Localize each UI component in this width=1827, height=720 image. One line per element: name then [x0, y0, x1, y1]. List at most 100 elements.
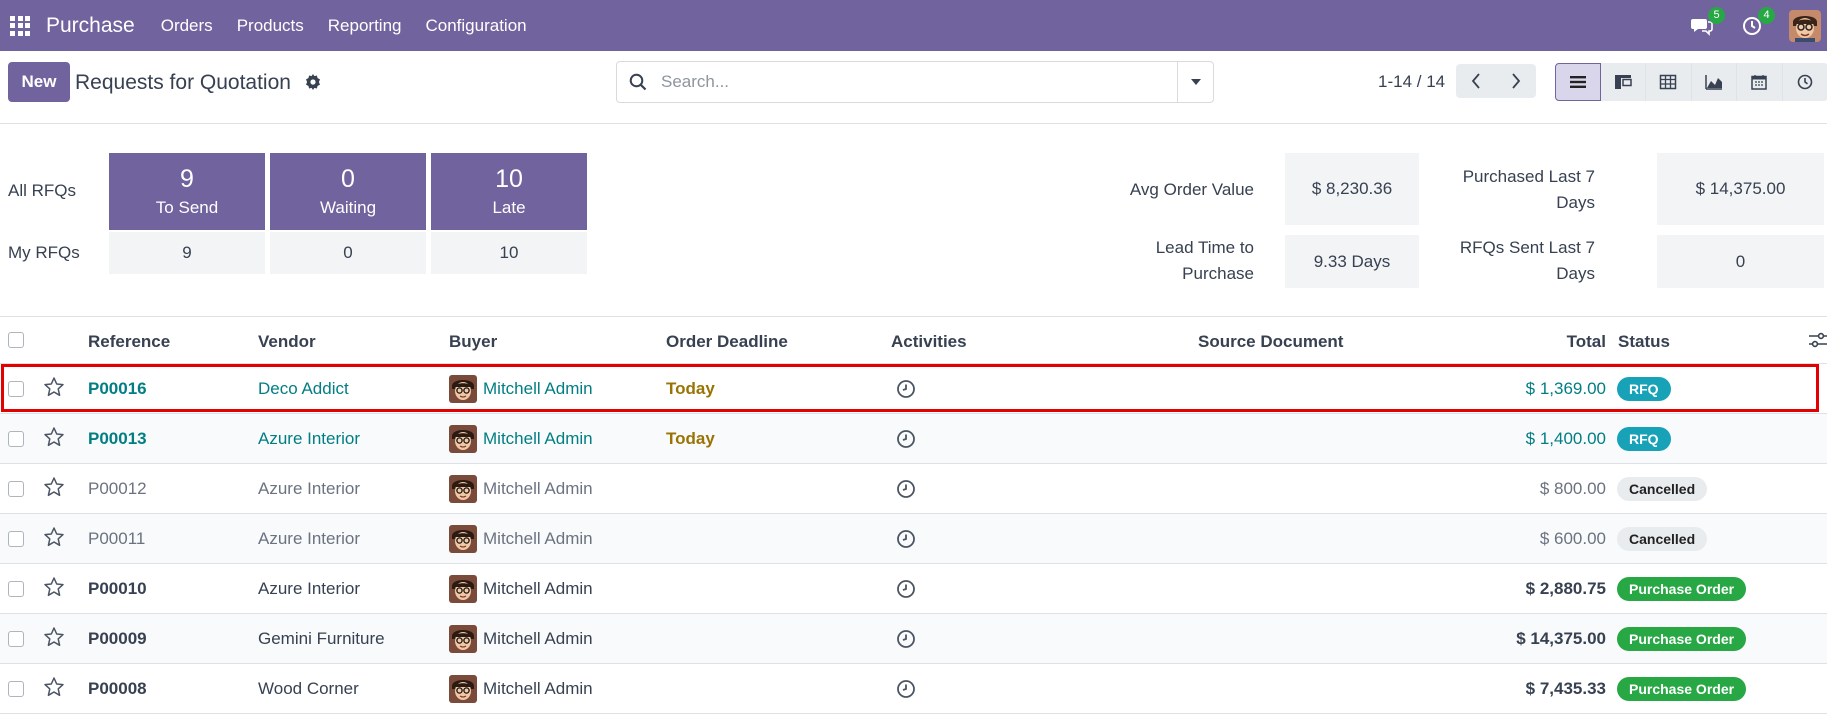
page-title: Requests for Quotation	[75, 71, 291, 94]
table-row[interactable]: P00016 Deco Addict Mitchell Admin Today …	[0, 364, 1827, 414]
kanban-view-button[interactable]	[1600, 63, 1646, 101]
star-icon[interactable]	[43, 626, 65, 653]
row-buyer[interactable]: Mitchell Admin	[483, 479, 593, 499]
activity-clock-icon[interactable]	[896, 429, 916, 454]
header-status[interactable]: Status	[1618, 332, 1670, 352]
row-checkbox[interactable]	[8, 381, 24, 397]
row-buyer[interactable]: Mitchell Admin	[483, 579, 593, 599]
header-order-deadline[interactable]: Order Deadline	[666, 332, 788, 352]
apps-menu-icon[interactable]	[10, 15, 30, 36]
my-waiting[interactable]: 0	[270, 232, 426, 274]
user-avatar[interactable]	[1789, 9, 1821, 42]
my-late[interactable]: 10	[431, 232, 587, 274]
calendar-icon	[1751, 75, 1767, 90]
row-vendor[interactable]: Azure Interior	[258, 529, 360, 549]
activities-clock-icon[interactable]: 4	[1739, 6, 1775, 39]
row-checkbox[interactable]	[8, 581, 24, 597]
select-all-checkbox[interactable]	[8, 332, 24, 348]
header-reference[interactable]: Reference	[88, 332, 170, 352]
row-buyer[interactable]: Mitchell Admin	[483, 379, 593, 399]
tile-to-send[interactable]: 9 To Send	[109, 153, 265, 230]
table-row[interactable]: P00008 Wood Corner Mitchell Admin $ 7,43…	[0, 664, 1827, 714]
tile-to-send-count: 9	[180, 165, 194, 193]
table-row[interactable]: P00010 Azure Interior Mitchell Admin $ 2…	[0, 564, 1827, 614]
tile-waiting-label: Waiting	[319, 198, 377, 217]
messages-icon[interactable]: 5	[1689, 6, 1725, 39]
header-source-document[interactable]: Source Document	[1198, 332, 1343, 352]
status-badge: RFQ	[1617, 377, 1671, 401]
table-row[interactable]: P00011 Azure Interior Mitchell Admin $ 6…	[0, 514, 1827, 564]
activity-clock-icon[interactable]	[896, 529, 916, 554]
status-badge: Cancelled	[1617, 527, 1708, 551]
header-activities[interactable]: Activities	[891, 332, 967, 352]
row-reference[interactable]: P00010	[88, 579, 147, 599]
tile-waiting-count: 0	[341, 165, 355, 193]
table-row[interactable]: P00009 Gemini Furniture Mitchell Admin $…	[0, 614, 1827, 664]
buyer-avatar	[449, 375, 477, 403]
activity-clock-icon[interactable]	[896, 379, 916, 404]
graph-view-button[interactable]	[1691, 63, 1737, 101]
app-name[interactable]: Purchase	[46, 14, 135, 38]
row-reference[interactable]: P00012	[88, 479, 147, 499]
row-buyer[interactable]: Mitchell Admin	[483, 629, 593, 649]
row-reference[interactable]: P00011	[88, 529, 145, 549]
calendar-view-button[interactable]	[1737, 63, 1783, 101]
row-reference[interactable]: P00013	[88, 429, 147, 449]
caret-down-icon	[1190, 79, 1201, 85]
pivot-view-button[interactable]	[1646, 63, 1692, 101]
row-checkbox[interactable]	[8, 631, 24, 647]
row-vendor[interactable]: Gemini Furniture	[258, 629, 385, 649]
header-buyer[interactable]: Buyer	[449, 332, 497, 352]
row-total: $ 7,435.33	[1525, 679, 1606, 698]
pager-previous-button[interactable]	[1456, 64, 1496, 98]
row-buyer[interactable]: Mitchell Admin	[483, 529, 593, 549]
pager-value[interactable]: 1-14 / 14	[1378, 72, 1445, 92]
pager-next-button[interactable]	[1496, 64, 1536, 98]
row-vendor[interactable]: Azure Interior	[258, 579, 360, 599]
table-header: Reference Vendor Buyer Order Deadline Ac…	[0, 317, 1827, 364]
search-options-toggle[interactable]	[1177, 62, 1213, 102]
star-icon[interactable]	[43, 376, 65, 403]
menu-reporting[interactable]: Reporting	[316, 16, 414, 36]
header-total[interactable]: Total	[1567, 332, 1606, 352]
star-icon[interactable]	[43, 526, 65, 553]
list-view-button[interactable]	[1555, 63, 1601, 101]
star-icon[interactable]	[43, 576, 65, 603]
row-buyer[interactable]: Mitchell Admin	[483, 679, 593, 699]
tile-to-send-label: To Send	[155, 198, 219, 217]
menu-orders[interactable]: Orders	[149, 16, 225, 36]
row-vendor[interactable]: Azure Interior	[258, 429, 360, 449]
row-reference[interactable]: P00016	[88, 379, 147, 399]
row-checkbox[interactable]	[8, 431, 24, 447]
my-to-send[interactable]: 9	[109, 232, 265, 274]
star-icon[interactable]	[43, 426, 65, 453]
menu-configuration[interactable]: Configuration	[414, 16, 539, 36]
row-reference[interactable]: P00009	[88, 629, 147, 649]
row-reference[interactable]: P00008	[88, 679, 147, 699]
star-icon[interactable]	[43, 476, 65, 503]
tile-late[interactable]: 10 Late	[431, 153, 587, 230]
header-vendor[interactable]: Vendor	[258, 332, 316, 352]
row-buyer[interactable]: Mitchell Admin	[483, 429, 593, 449]
row-checkbox[interactable]	[8, 481, 24, 497]
activity-clock-icon[interactable]	[896, 629, 916, 654]
activity-clock-icon[interactable]	[896, 579, 916, 604]
search-input[interactable]	[661, 63, 1161, 101]
row-vendor[interactable]: Azure Interior	[258, 479, 360, 499]
row-checkbox[interactable]	[8, 681, 24, 697]
row-vendor[interactable]: Wood Corner	[258, 679, 359, 699]
gear-icon[interactable]	[305, 74, 321, 95]
row-total: $ 1,400.00	[1525, 429, 1606, 448]
activity-clock-icon[interactable]	[896, 679, 916, 704]
row-checkbox[interactable]	[8, 531, 24, 547]
activity-view-button[interactable]	[1782, 63, 1827, 101]
menu-products[interactable]: Products	[225, 16, 316, 36]
activity-clock-icon[interactable]	[896, 479, 916, 504]
new-button[interactable]: New	[8, 62, 70, 102]
table-row[interactable]: P00013 Azure Interior Mitchell Admin Tod…	[0, 414, 1827, 464]
star-icon[interactable]	[43, 676, 65, 703]
row-vendor[interactable]: Deco Addict	[258, 379, 349, 399]
tile-waiting[interactable]: 0 Waiting	[270, 153, 426, 230]
optional-columns-icon[interactable]	[1809, 332, 1827, 353]
table-row[interactable]: P00012 Azure Interior Mitchell Admin $ 8…	[0, 464, 1827, 514]
